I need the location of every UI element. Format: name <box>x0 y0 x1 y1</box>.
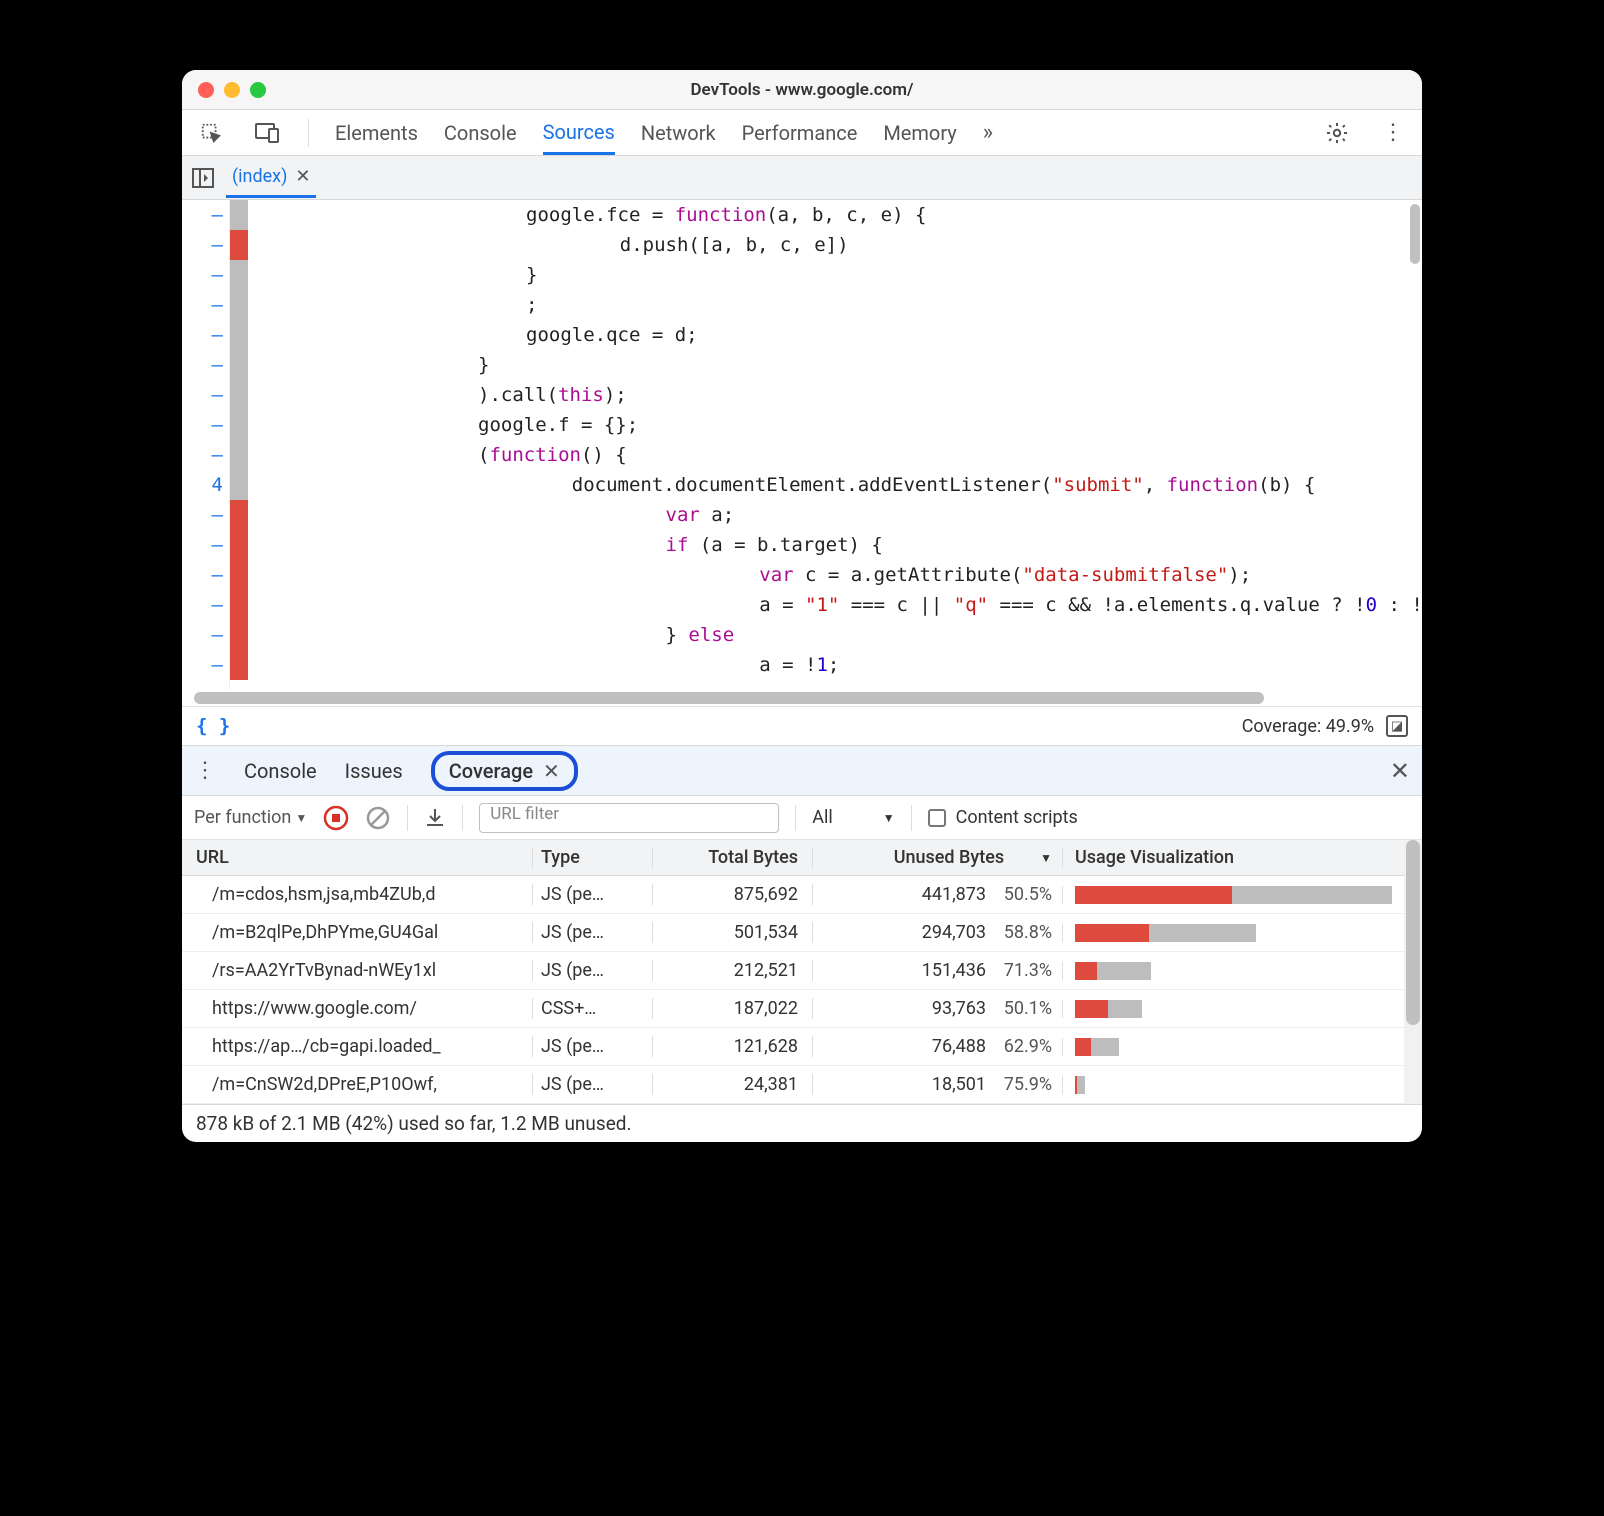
more-tabs-icon[interactable]: » <box>983 120 993 145</box>
coverage-toolbar: Per function▼ URL filter All▼ Content sc… <box>182 796 1422 840</box>
coverage-status-bar: 878 kB of 2.1 MB (42%) used so far, 1.2 … <box>182 1104 1422 1142</box>
file-tab-strip: (index) ✕ <box>182 156 1422 200</box>
close-icon[interactable]: ✕ <box>295 166 310 187</box>
export-icon[interactable] <box>424 807 446 829</box>
pretty-print-icon[interactable]: { } <box>196 715 230 737</box>
tab-memory[interactable]: Memory <box>883 113 956 153</box>
table-header-row: URL Type Total Bytes Unused Bytes ▼ Usag… <box>182 840 1404 876</box>
drawer-tab-strip: ⋮ Console Issues Coverage ✕ ✕ <box>182 746 1422 796</box>
clear-button[interactable] <box>365 805 391 831</box>
show-navigator-icon[interactable] <box>192 168 214 188</box>
status-text: 878 kB of 2.1 MB (42%) used so far, 1.2 … <box>196 1112 632 1135</box>
type-filter-select[interactable]: All▼ <box>812 807 894 828</box>
close-drawer-icon[interactable]: ✕ <box>1390 757 1410 785</box>
source-code-editor[interactable]: –––––––––4–––––– google.fce = function(a… <box>182 200 1422 690</box>
vertical-scrollbar[interactable] <box>1410 204 1420 264</box>
devtools-window: DevTools - www.google.com/ Elements Cons… <box>182 70 1422 1142</box>
table-row[interactable]: https://ap…/cb=gapi.loaded_JS (pe…121,62… <box>182 1028 1404 1066</box>
granularity-select[interactable]: Per function▼ <box>194 807 307 828</box>
window-title: DevTools - www.google.com/ <box>690 80 913 100</box>
drawer-tab-coverage[interactable]: Coverage ✕ <box>431 751 578 791</box>
drawer-tab-console[interactable]: Console <box>244 759 317 783</box>
header-type[interactable]: Type <box>532 847 652 868</box>
line-numbers: –––––––––4–––––– <box>182 200 230 690</box>
maximize-window-button[interactable] <box>250 82 266 98</box>
header-url[interactable]: URL <box>182 847 532 868</box>
header-usage-viz[interactable]: Usage Visualization <box>1062 847 1404 868</box>
inspect-element-icon[interactable] <box>196 118 226 148</box>
url-filter-input[interactable]: URL filter <box>479 803 779 833</box>
header-unused-bytes[interactable]: Unused Bytes ▼ <box>812 847 1062 868</box>
traffic-lights <box>198 82 266 98</box>
tab-sources[interactable]: Sources <box>543 112 615 155</box>
sidebar-toggle-icon[interactable]: ◪ <box>1386 715 1408 737</box>
file-tab-label: (index) <box>232 166 287 187</box>
tab-performance[interactable]: Performance <box>742 113 858 153</box>
tab-console[interactable]: Console <box>444 113 517 153</box>
coverage-gutter <box>230 200 248 690</box>
titlebar: DevTools - www.google.com/ <box>182 70 1422 110</box>
kebab-menu-icon[interactable]: ⋮ <box>1378 118 1408 148</box>
close-window-button[interactable] <box>198 82 214 98</box>
sources-footer: { } Coverage: 49.9% ◪ <box>182 706 1422 746</box>
drawer-tab-issues[interactable]: Issues <box>345 759 403 783</box>
tab-elements[interactable]: Elements <box>335 113 418 153</box>
main-tab-strip: Elements Console Sources Network Perform… <box>182 110 1422 156</box>
table-row[interactable]: /rs=AA2YrTvBynad-nWEy1xlJS (pe…212,52115… <box>182 952 1404 990</box>
file-tab-index[interactable]: (index) ✕ <box>226 158 316 198</box>
coverage-percentage: Coverage: 49.9% <box>1242 716 1374 737</box>
table-row[interactable]: /m=cdos,hsm,jsa,mb4ZUb,dJS (pe…875,69244… <box>182 876 1404 914</box>
table-row[interactable]: /m=CnSW2d,DPreE,P10Owf,JS (pe…24,38118,5… <box>182 1066 1404 1104</box>
minimize-window-button[interactable] <box>224 82 240 98</box>
drawer-menu-icon[interactable]: ⋮ <box>194 758 216 783</box>
sort-desc-icon: ▼ <box>1040 851 1052 865</box>
horizontal-scrollbar[interactable] <box>182 690 1422 706</box>
table-row[interactable]: /m=B2qlPe,DhPYme,GU4GalJS (pe…501,534294… <box>182 914 1404 952</box>
record-button[interactable] <box>323 805 349 831</box>
table-row[interactable]: https://www.google.com/CSS+…187,02293,76… <box>182 990 1404 1028</box>
tab-network[interactable]: Network <box>641 113 716 153</box>
code-body[interactable]: google.fce = function(a, b, c, e) { d.pu… <box>248 200 1422 690</box>
table-vertical-scrollbar[interactable] <box>1404 840 1422 1104</box>
settings-gear-icon[interactable] <box>1322 118 1352 148</box>
device-toolbar-icon[interactable] <box>252 118 282 148</box>
close-icon[interactable]: ✕ <box>543 759 560 783</box>
header-total-bytes[interactable]: Total Bytes <box>652 847 812 868</box>
content-scripts-checkbox[interactable]: Content scripts <box>928 807 1078 828</box>
coverage-table: URL Type Total Bytes Unused Bytes ▼ Usag… <box>182 840 1422 1104</box>
